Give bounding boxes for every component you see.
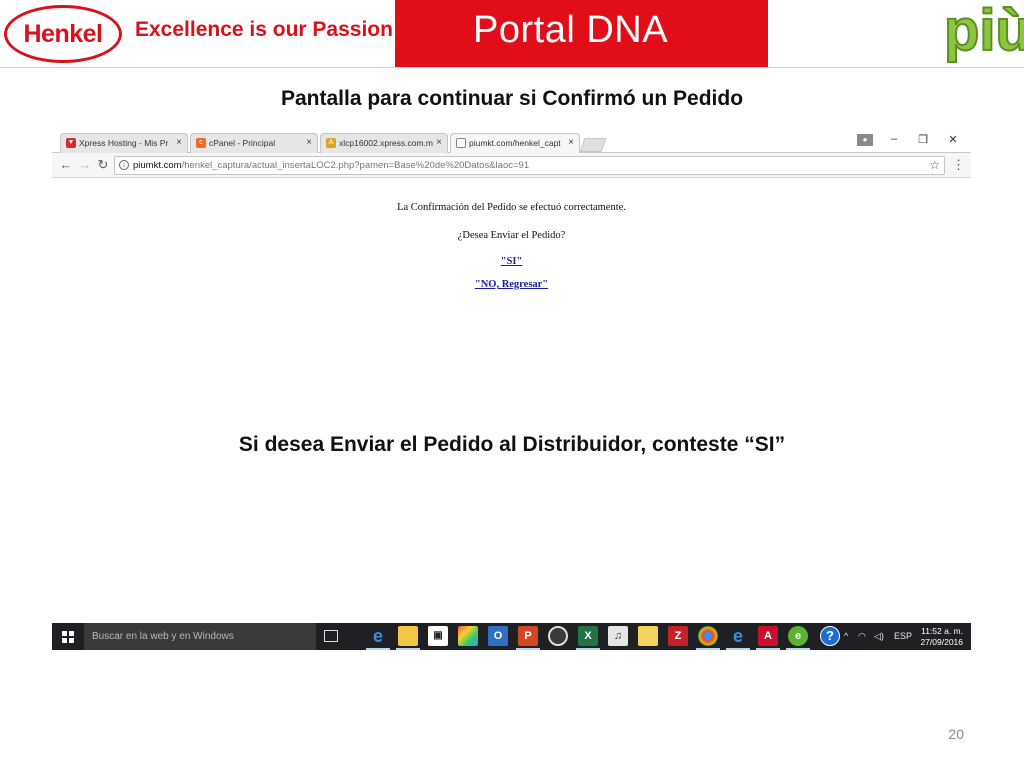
running-indicator <box>516 648 540 650</box>
excel-icon[interactable]: X <box>578 626 598 646</box>
url-host: piumkt.com <box>133 160 182 171</box>
slide-page-number: 20 <box>948 726 964 742</box>
tab-close-icon[interactable]: × <box>176 137 182 148</box>
edge-icon[interactable]: e <box>368 626 388 646</box>
slide-heading-bottom: Si desea Enviar el Pedido al Distribuido… <box>238 433 786 456</box>
show-hidden-icons-chevron-icon[interactable]: ^ <box>844 631 848 641</box>
tab-title: Xpress Hosting - Mis Pr <box>79 138 169 148</box>
help-icon[interactable]: ? <box>820 626 840 646</box>
running-indicator <box>756 648 780 650</box>
close-window-icon[interactable]: ✕ <box>946 133 960 146</box>
store-icon[interactable]: ▣ <box>428 626 448 646</box>
wifi-icon[interactable]: ◠ <box>858 631 866 642</box>
running-indicator <box>786 648 810 650</box>
minimize-icon[interactable]: – <box>887 133 901 145</box>
server-icon: A <box>326 138 336 148</box>
tab-title: piumkt.com/henkel_capt <box>469 138 561 148</box>
tagline: Excellence is our Passion <box>135 18 393 41</box>
portal-dna-banner: Portal DNA <box>395 0 768 68</box>
volume-icon[interactable]: ◁) <box>874 631 884 642</box>
browser-tab-xlcp[interactable]: A xlcp16002.xpress.com.m × <box>320 133 448 153</box>
running-indicator <box>726 648 750 650</box>
tab-strip: ▼ Xpress Hosting - Mis Pr × c cPanel - P… <box>52 130 971 154</box>
henkel-logo: Henkel <box>4 5 122 63</box>
page-icon <box>456 138 466 148</box>
task-view-icon[interactable] <box>324 630 338 642</box>
cpanel-icon: c <box>196 138 206 148</box>
confirmation-message: La Confirmación del Pedido se efectuó co… <box>397 202 626 213</box>
slide-heading-top: Pantalla para continuar si Confirmó un P… <box>280 87 744 110</box>
tab-title: xlcp16002.xpress.com.m <box>339 138 434 148</box>
running-indicator <box>396 648 420 650</box>
photos-icon[interactable] <box>458 626 478 646</box>
file-explorer-icon[interactable] <box>398 626 418 646</box>
back-arrow-icon[interactable]: ← <box>58 157 74 173</box>
yes-link[interactable]: "SI" <box>501 256 523 267</box>
address-bar[interactable]: i piumkt.com/henkel_captura/actual_inser… <box>114 156 945 175</box>
media-icon[interactable]: ♫ <box>608 626 628 646</box>
piu-logo: più <box>943 0 1024 63</box>
browser-tab-piumkt[interactable]: piumkt.com/henkel_capt × <box>450 133 580 154</box>
reload-icon[interactable]: ↻ <box>95 157 111 173</box>
taskbar-search-box[interactable]: Buscar en la web y en Windows <box>84 623 316 650</box>
running-indicator <box>366 648 390 650</box>
no-link-container: "NO, Regresar" <box>52 279 971 290</box>
tab-close-icon[interactable]: × <box>436 137 442 148</box>
start-button[interactable] <box>52 623 84 650</box>
tab-close-icon[interactable]: × <box>568 137 574 148</box>
restore-icon[interactable]: ❐ <box>916 133 930 146</box>
yes-link-container: "SI" <box>52 256 971 267</box>
send-order-question: ¿Desea Enviar el Pedido? <box>457 230 566 241</box>
forward-arrow-icon[interactable]: → <box>77 157 93 173</box>
filezilla-icon[interactable]: Z <box>668 626 688 646</box>
ie-icon[interactable]: e <box>728 626 748 646</box>
clock-date[interactable]: 27/09/2016 <box>920 637 963 647</box>
language-indicator[interactable]: ESP <box>894 631 912 641</box>
slide: Henkel Excellence is our Passion Portal … <box>0 0 1024 768</box>
info-icon[interactable]: i <box>119 160 129 170</box>
camera-icon[interactable] <box>548 626 568 646</box>
web-page-content: La Confirmación del Pedido se efectuó co… <box>52 178 971 305</box>
browser-screenshot: ▼ Xpress Hosting - Mis Pr × c cPanel - P… <box>52 130 971 305</box>
windows-taskbar: Buscar en la web y en Windows e ▣ O P X … <box>52 623 971 650</box>
header-divider <box>0 67 1024 68</box>
clock-time[interactable]: 11:52 a. m. <box>921 626 963 636</box>
tab-close-icon[interactable]: × <box>306 137 312 148</box>
outlook-icon[interactable]: O <box>488 626 508 646</box>
browser-tab-xpress-hosting[interactable]: ▼ Xpress Hosting - Mis Pr × <box>60 133 188 153</box>
running-indicator <box>696 648 720 650</box>
bookmark-star-icon[interactable]: ☆ <box>929 158 940 172</box>
browser-toolbar: ← → ↻ i piumkt.com/henkel_captura/actual… <box>52 153 971 178</box>
profile-icon[interactable]: ● <box>857 134 873 146</box>
slide-header: Henkel Excellence is our Passion Portal … <box>0 0 1024 68</box>
powerpoint-icon[interactable]: P <box>518 626 538 646</box>
app-green-icon[interactable]: e <box>788 626 808 646</box>
no-return-link[interactable]: "NO, Regresar" <box>475 279 548 290</box>
tab-title: cPanel - Principal <box>209 138 276 148</box>
xpress-hosting-icon: ▼ <box>66 138 76 148</box>
chrome-icon[interactable] <box>698 626 718 646</box>
windows-logo-icon <box>62 630 74 643</box>
browser-tab-cpanel[interactable]: c cPanel - Principal × <box>190 133 318 153</box>
folder-icon[interactable] <box>638 626 658 646</box>
url-path: /henkel_captura/actual_insertaLOC2.php?p… <box>181 160 530 171</box>
acrobat-icon[interactable]: A <box>758 626 778 646</box>
menu-dots-icon[interactable]: ⋮ <box>952 157 965 173</box>
running-indicator <box>576 648 600 650</box>
new-tab-button[interactable] <box>579 138 607 152</box>
